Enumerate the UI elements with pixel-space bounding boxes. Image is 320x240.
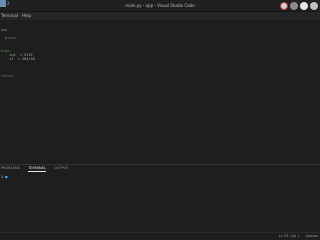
power-icon[interactable] xyxy=(280,2,288,10)
app-indicator-icon[interactable] xyxy=(290,2,298,10)
tab-output[interactable]: OUTPUT xyxy=(54,165,68,172)
indentation-status[interactable]: Spaces xyxy=(306,233,319,240)
window-title: main.py - app - Visual Studio Code xyxy=(125,3,195,8)
code-line: if = 484/40 xyxy=(1,57,35,61)
status-bar: Ln 15, Col 1 Spaces xyxy=(0,232,320,240)
cursor-position[interactable]: Ln 15, Col 1 xyxy=(279,233,300,240)
code-line: app xyxy=(1,28,8,32)
panel-tabs: PROBLEMS TERMINAL OUTPUT xyxy=(0,165,320,172)
network-icon[interactable] xyxy=(300,2,308,10)
terminal-panel[interactable]: $ ■ xyxy=(0,172,320,232)
code-editor[interactable]: app print else: int = 5132 if = 484/40 r… xyxy=(0,20,320,164)
code-line: print xyxy=(1,36,16,40)
code-line: return xyxy=(1,74,14,78)
top-bar: 2 main.py - app - Visual Studio Code xyxy=(0,0,320,12)
volume-icon[interactable] xyxy=(310,2,318,10)
tab-problems[interactable]: PROBLEMS xyxy=(1,165,20,172)
system-tray xyxy=(280,1,318,11)
tab-terminal[interactable]: TERMINAL xyxy=(28,165,46,172)
terminal-prompt[interactable]: $ ■ xyxy=(1,175,7,179)
menu-item-terminal[interactable]: Terminal xyxy=(1,12,18,20)
menu-bar: Terminal Help xyxy=(0,12,320,20)
menu-item-help[interactable]: Help xyxy=(22,12,31,20)
